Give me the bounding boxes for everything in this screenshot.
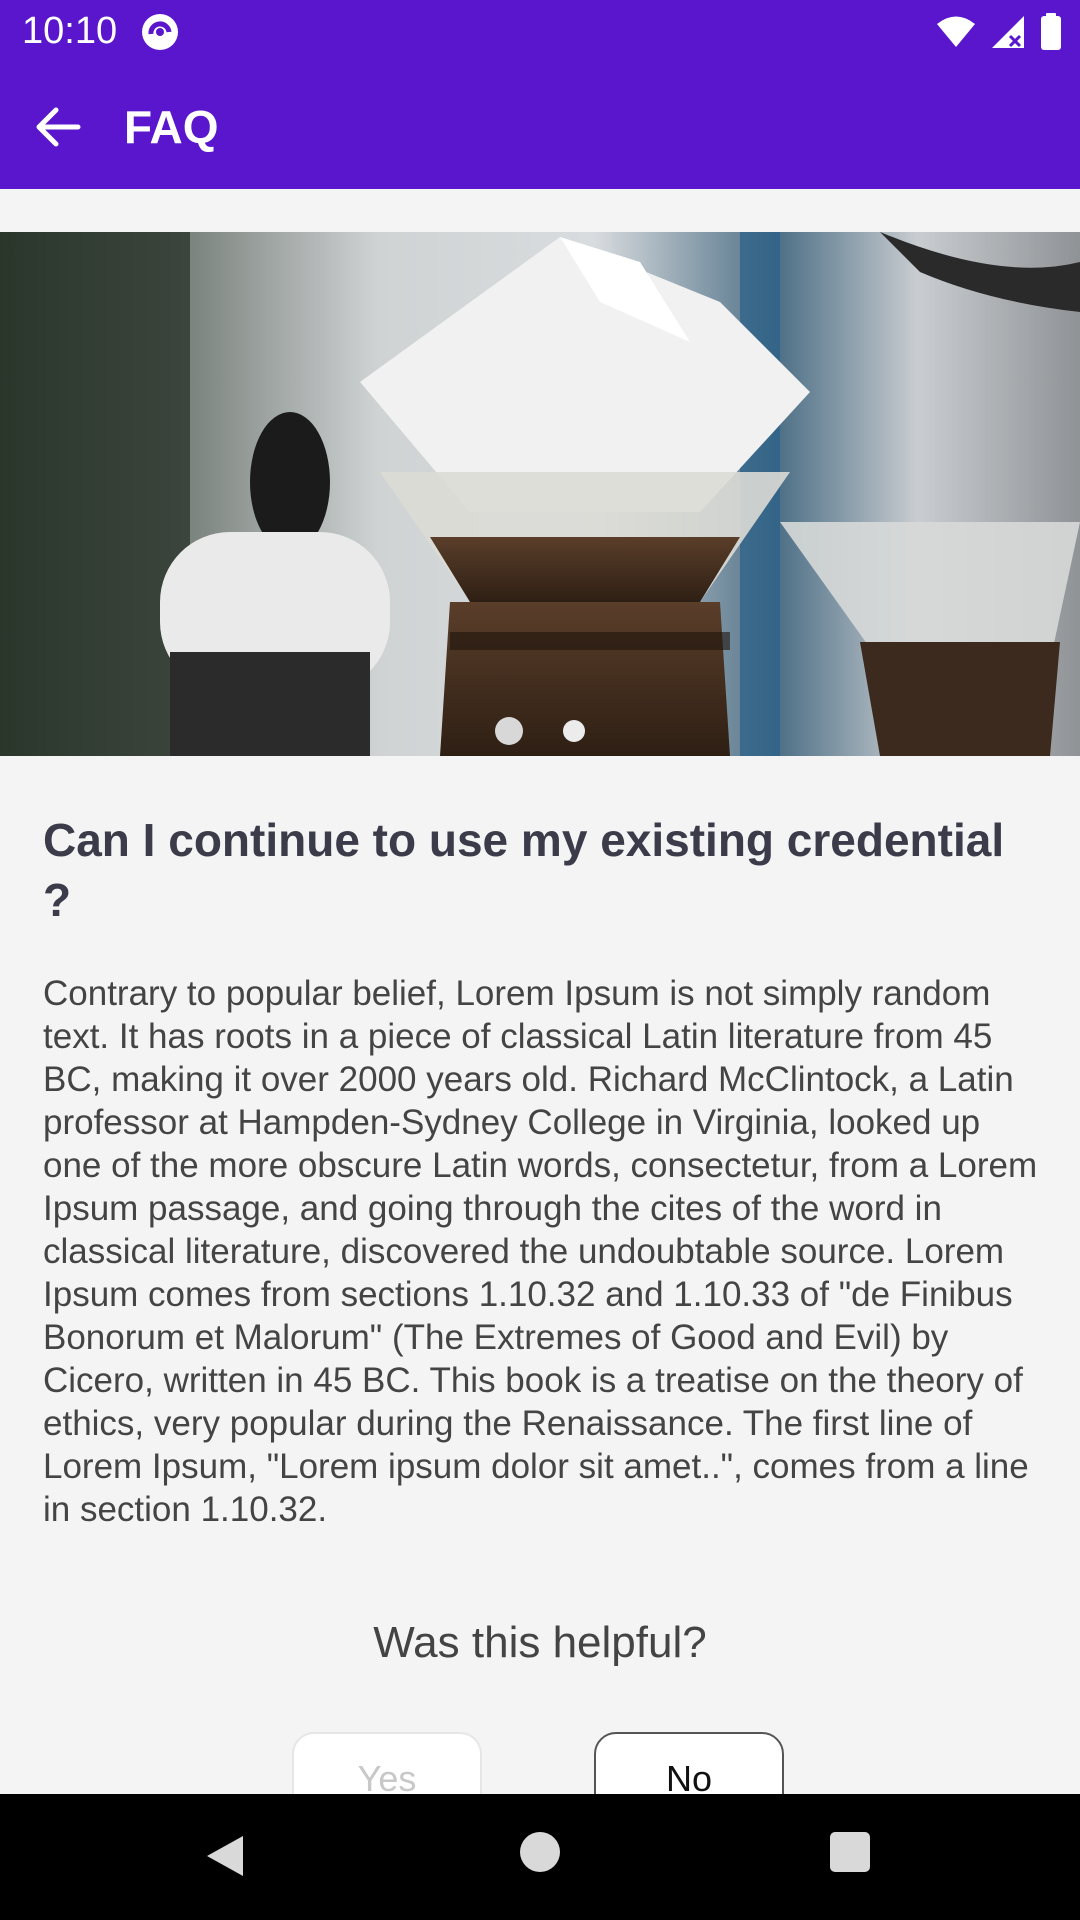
faq-question: Can I continue to use my existing creden…: [43, 814, 1005, 926]
arrow-left-icon[interactable]: [30, 100, 84, 154]
carousel-indicator[interactable]: [0, 716, 1080, 746]
battery-icon: [1041, 13, 1061, 50]
faq-answer: Contrary to popular belief, Lorem Ipsum …: [43, 974, 1038, 1529]
helpful-prompt: Was this helpful?: [373, 1618, 707, 1667]
status-bar: 10:10: [0, 0, 1080, 64]
app-bar: FAQ: [0, 64, 1080, 189]
nav-home-icon[interactable]: [520, 1832, 560, 1872]
system-nav-bar: [0, 1794, 1080, 1920]
page-title: FAQ: [124, 101, 219, 153]
app-notification-icon: [142, 14, 178, 50]
coffee-photo: [0, 232, 1080, 756]
carousel-dot-2[interactable]: [563, 720, 585, 742]
nav-back-icon[interactable]: [205, 1834, 245, 1878]
status-icons: [936, 12, 1062, 52]
wifi-icon: [937, 16, 975, 47]
faq-banner-image[interactable]: [0, 232, 1080, 756]
status-time: 10:10: [22, 10, 118, 52]
carousel-dot-1[interactable]: [495, 717, 523, 745]
nav-recents-icon[interactable]: [830, 1832, 870, 1872]
cellular-icon: [992, 16, 1024, 48]
